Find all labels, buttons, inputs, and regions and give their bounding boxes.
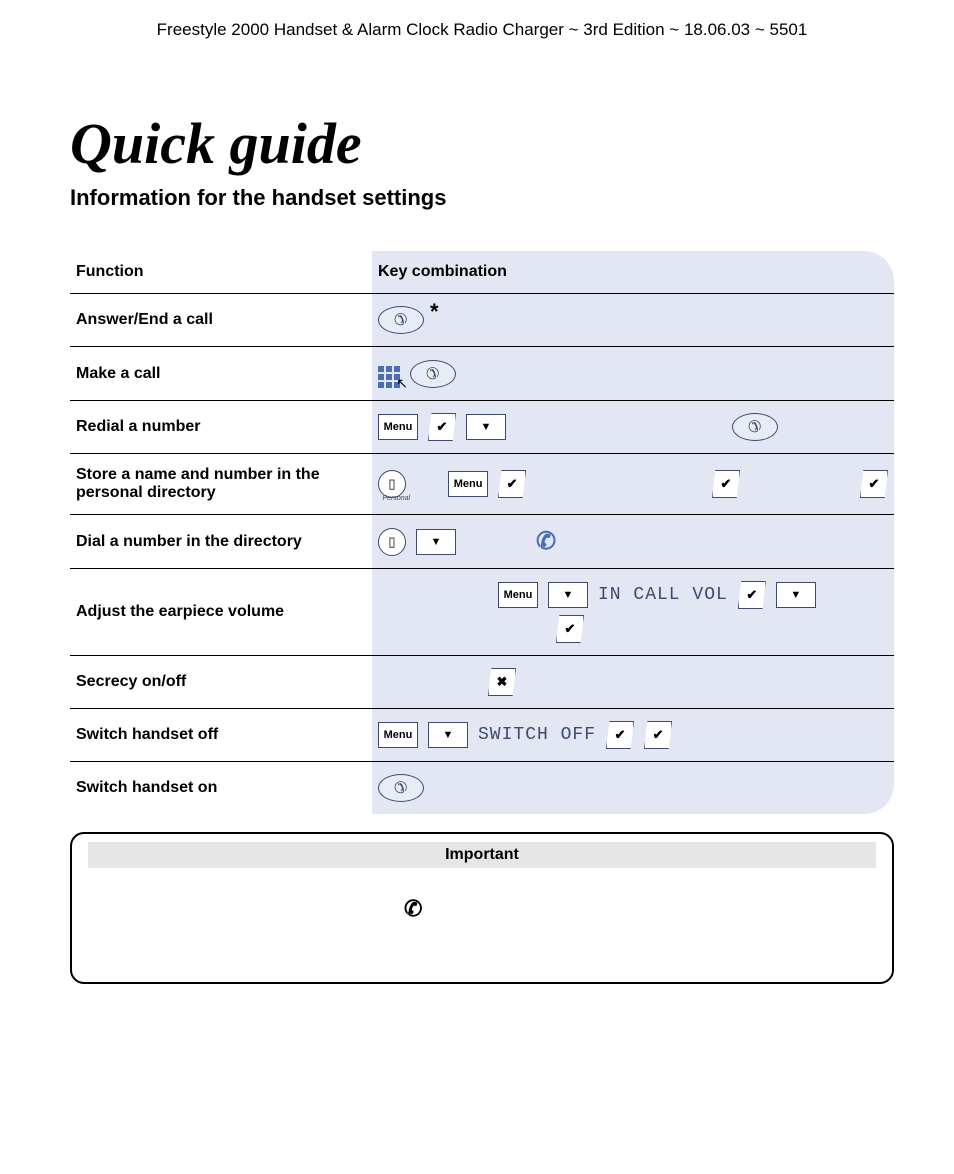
lcd-in-call-vol: IN CALL VOL — [598, 585, 728, 605]
keys-volume: Menu ▼ IN CALL VOL ✔ ▼ ✔ — [372, 569, 894, 656]
keys-make-call: ↖ ✆ — [372, 347, 894, 401]
row-label-make-call: Make a call — [70, 347, 372, 401]
menu-button-icon: Menu — [378, 414, 418, 440]
phone-icon: ✆ — [536, 527, 556, 556]
check-button-icon: ✔ — [556, 615, 584, 643]
important-title: Important — [88, 842, 876, 868]
page-title: Quick guide — [70, 110, 894, 177]
menu-button-icon: Menu — [498, 582, 538, 608]
phone-icon: ✆ — [404, 896, 422, 921]
row-label-store: Store a name and number in the personal … — [70, 454, 372, 515]
lcd-switch-off: SWITCH OFF — [478, 725, 596, 745]
check-button-icon: ✔ — [860, 470, 888, 498]
row-label-redial: Redial a number — [70, 401, 372, 454]
down-button-icon: ▼ — [548, 582, 588, 608]
directory-button-icon: ▯ — [378, 470, 406, 498]
personal-label: Personal — [382, 495, 410, 502]
talk-button-icon: ✆ — [378, 306, 424, 334]
function-table: Function Key combination Answer/End a ca… — [70, 251, 894, 814]
row-label-secrecy: Secrecy on/off — [70, 656, 372, 709]
keys-switch-off: Menu ▼ SWITCH OFF ✔ ✔ — [372, 709, 894, 762]
page-subtitle: Information for the handset settings — [70, 185, 894, 211]
row-label-volume: Adjust the earpiece volume — [70, 569, 372, 656]
keys-redial: Menu ✔ ▼ ✆ — [372, 401, 894, 454]
keys-store: ▯ Personal Menu ✔ ✔ ✔ — [372, 454, 894, 515]
menu-button-icon: Menu — [378, 722, 418, 748]
row-label-switch-on: Switch handset on — [70, 762, 372, 815]
talk-button-icon: ✆ — [410, 360, 456, 388]
down-button-icon: ▼ — [776, 582, 816, 608]
keys-answer-end: ✆ * — [372, 294, 894, 347]
cancel-button-icon: ✖ — [488, 668, 516, 696]
talk-button-icon: ✆ — [378, 774, 424, 802]
down-button-icon: ▼ — [416, 529, 456, 555]
down-button-icon: ▼ — [428, 722, 468, 748]
col-header-function: Function — [70, 251, 372, 294]
keypad-icon: ↖ — [378, 359, 400, 388]
menu-button-icon: Menu — [448, 471, 488, 497]
row-label-answer-end: Answer/End a call — [70, 294, 372, 347]
check-button-icon: ✔ — [644, 721, 672, 749]
check-button-icon: ✔ — [606, 721, 634, 749]
check-button-icon: ✔ — [498, 470, 526, 498]
asterisk-icon: * — [430, 299, 439, 325]
important-box: Important ✆ — [70, 832, 894, 984]
row-label-switch-off: Switch handset off — [70, 709, 372, 762]
keys-secrecy: ✖ — [372, 656, 894, 709]
col-header-key: Key combination — [372, 251, 894, 294]
row-label-dial-dir: Dial a number in the directory — [70, 515, 372, 569]
check-button-icon: ✔ — [738, 581, 766, 609]
down-button-icon: ▼ — [466, 414, 506, 440]
check-button-icon: ✔ — [712, 470, 740, 498]
directory-button-icon: ▯ — [378, 528, 406, 556]
document-header: Freestyle 2000 Handset & Alarm Clock Rad… — [70, 20, 894, 40]
keys-switch-on: ✆ — [372, 762, 894, 815]
check-button-icon: ✔ — [428, 413, 456, 441]
talk-button-icon: ✆ — [732, 413, 778, 441]
keys-dial-dir: ▯ ▼ ✆ — [372, 515, 894, 569]
